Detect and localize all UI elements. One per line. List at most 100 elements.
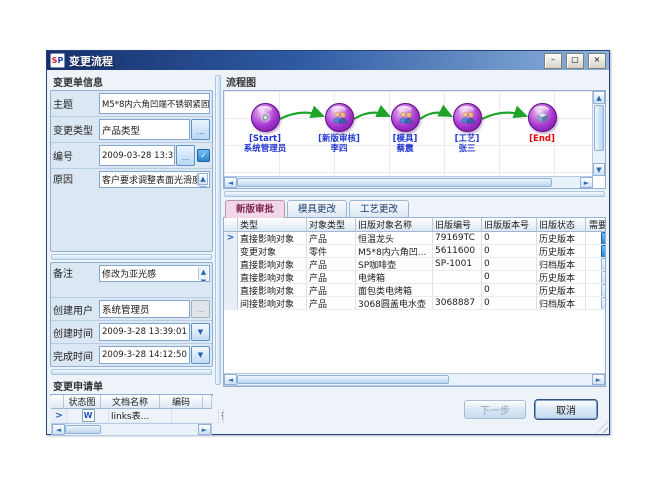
header-old-version[interactable]: 旧版版本号 <box>482 218 537 232</box>
subject-input[interactable]: M5*8内六角凹端不锈钢紧固螺钉 <box>99 93 210 114</box>
subject-label: 主题 <box>53 93 99 114</box>
scroll-left-icon[interactable]: ◄ <box>224 177 237 188</box>
scroll-thumb[interactable] <box>237 375 449 384</box>
header-old-name[interactable]: 旧版对象名称 <box>356 218 433 232</box>
close-button[interactable]: × <box>588 53 606 69</box>
table-hscrollbar[interactable]: ◄ ► <box>224 373 605 386</box>
table-row[interactable]: 直接影响对象产品SP咖啡壶SP-10010归档版本SP咖 <box>224 258 605 271</box>
maximize-button[interactable]: □ <box>566 53 584 69</box>
scroll-thumb[interactable] <box>237 178 552 187</box>
flow-canvas[interactable]: [Start] 系统管理员[新版审核] 李四[模具] 蔡震[工艺] 张三[End… <box>224 91 593 176</box>
reason-textarea[interactable]: 客户要求调整表面光滑度 ▲ ▼ <box>99 171 210 188</box>
flow-node-start[interactable] <box>251 103 280 132</box>
scroll-left-icon[interactable]: ◄ <box>224 374 237 385</box>
upgrade-checkbox[interactable] <box>601 297 607 310</box>
upgrade-cell: ✓ <box>586 232 606 245</box>
table-row[interactable]: 直接影响对象产品电烤箱0历史版本 <box>224 271 605 284</box>
scroll-right-icon[interactable]: ► <box>592 374 605 385</box>
tab-process-change[interactable]: 工艺更改 <box>349 200 409 217</box>
flow-arrow <box>354 113 389 119</box>
scroll-up-icon[interactable]: ▲ <box>593 91 605 104</box>
resize-grip[interactable] <box>596 421 608 433</box>
flow-vscrollbar[interactable]: ▲ ▼ <box>592 91 605 176</box>
create-time-input[interactable]: 2009-3-28 13:39:01 <box>99 323 190 341</box>
number-checkbox[interactable]: ✓ <box>197 149 210 162</box>
finish-time-label: 完成时间 <box>53 346 99 364</box>
create-user-browse-button[interactable]: ... <box>191 300 210 318</box>
splitter-horizontal[interactable] <box>51 254 212 260</box>
number-input[interactable]: 2009-03-28 13:39:01 <box>99 145 175 166</box>
header-old-no[interactable]: 旧版编号 <box>433 218 482 232</box>
scroll-right-icon[interactable]: ► <box>580 177 593 188</box>
change-type-input[interactable]: 产品类型 <box>99 119 190 140</box>
splitter-vertical[interactable] <box>215 75 221 385</box>
flow-node-end[interactable] <box>528 103 557 132</box>
remark-textarea[interactable]: 修改为亚光感 ▲ ▼ <box>99 265 210 282</box>
header-type[interactable]: 类型 <box>238 218 307 232</box>
splitter-horizontal[interactable] <box>51 369 212 375</box>
flow-node-label: [End] <box>504 134 580 144</box>
spin-down-icon[interactable]: ▼ <box>199 277 208 282</box>
reason-scrollbar[interactable]: ▲ ▼ <box>197 173 208 186</box>
object-type-cell: 零件 <box>307 245 356 258</box>
scroll-up-icon[interactable]: ▲ <box>198 173 208 185</box>
table-row[interactable]: 直接影响对象产品面包类电烤箱0历史版本 <box>224 284 605 297</box>
change-type-browse-button[interactable]: ... <box>191 119 210 140</box>
upgrade-checkbox[interactable]: ✓ <box>601 232 607 245</box>
change-process-window: SP 变更流程 – □ × 变更单信息 主题 M5*8内六角凹端不锈钢紧固螺钉 … <box>46 50 610 435</box>
upgrade-checkbox[interactable]: ✓ <box>601 245 607 258</box>
create-time-dropdown-icon[interactable]: ▼ <box>191 323 210 341</box>
scroll-thumb[interactable] <box>199 186 207 188</box>
upgrade-checkbox[interactable] <box>601 258 607 271</box>
number-browse-button[interactable]: ... <box>176 145 195 166</box>
flow-node-label: [新版审核] 李四 <box>301 134 377 154</box>
flow-and-detail-panel: 流程图 [Start] 系统管理员[新版审核] 李四[模具] 蔡震[工艺] 张三… <box>223 73 606 387</box>
table-row[interactable]: 变更对象零件M5*8内六角凹...56116000历史版本✓M5*8 <box>224 245 605 258</box>
header-upgrade[interactable]: 需要升版 <box>586 218 606 232</box>
row-marker-icon <box>224 271 238 284</box>
flow-node-step[interactable] <box>325 103 354 132</box>
screen: SP 变更流程 – □ × 变更单信息 主题 M5*8内六角凹端不锈钢紧固螺钉 … <box>0 0 660 477</box>
finish-time-input[interactable]: 2009-3-28 14:12:50 <box>99 346 190 364</box>
scroll-down-icon[interactable]: ▼ <box>593 163 605 176</box>
old-no-cell <box>433 284 482 297</box>
next-button[interactable]: 下一步 <box>464 400 526 419</box>
window-title: 变更流程 <box>69 53 540 69</box>
flow-node-step[interactable] <box>453 103 482 132</box>
remark-spinner[interactable]: ▲ ▼ <box>198 267 208 280</box>
header-marker <box>224 218 238 232</box>
flow-node-label: [Start] 系统管理员 <box>227 134 303 154</box>
cancel-button[interactable]: 取消 <box>535 400 597 419</box>
upgrade-checkbox[interactable] <box>601 271 607 284</box>
people-icon <box>460 111 476 124</box>
finish-time-dropdown-icon[interactable]: ▼ <box>191 346 210 364</box>
scroll-thumb[interactable] <box>594 105 604 151</box>
spin-up-icon[interactable]: ▲ <box>199 267 208 277</box>
window-body: 变更单信息 主题 M5*8内六角凹端不锈钢紧固螺钉 变更类型 产品类型 ... … <box>47 70 609 390</box>
table-row[interactable]: 间接影响对象产品3068圆盖电水壶30688870归档版本 <box>224 297 605 310</box>
tab-new-version-approval[interactable]: 新版审批 <box>225 200 285 218</box>
row-marker-icon <box>224 245 238 258</box>
splitter-horizontal[interactable] <box>224 191 605 197</box>
people-icon <box>332 111 348 124</box>
old-no-cell: 5611600 <box>433 245 482 258</box>
table-row[interactable]: >直接影响对象产品恒温龙头79169TC0历史版本✓ <box>224 232 605 245</box>
create-user-input[interactable]: 系统管理员 <box>99 300 190 318</box>
detail-tabbar: 新版审批 模具更改 工艺更改 <box>223 199 606 218</box>
flow-caption: 流程图 <box>223 73 606 90</box>
header-object-type[interactable]: 对象类型 <box>307 218 356 232</box>
old-no-cell: 79169TC <box>433 232 482 245</box>
flow-hscrollbar[interactable]: ◄ ► <box>224 176 593 188</box>
header-old-state[interactable]: 旧版状态 <box>537 218 586 232</box>
remark-row: 备注 修改为亚光感 ▲ ▼ <box>51 263 212 298</box>
row-marker-icon: > <box>224 232 238 245</box>
object-type-cell: 产品 <box>307 232 356 245</box>
minimize-button[interactable]: – <box>544 53 562 69</box>
info-caption: 变更单信息 <box>50 73 213 90</box>
upgrade-checkbox[interactable] <box>601 284 607 297</box>
titlebar[interactable]: SP 变更流程 – □ × <box>47 51 609 70</box>
play-icon <box>260 112 271 123</box>
tab-mold-change[interactable]: 模具更改 <box>287 200 347 217</box>
flow-node-step[interactable] <box>391 103 420 132</box>
old-version-cell: 0 <box>482 271 537 284</box>
